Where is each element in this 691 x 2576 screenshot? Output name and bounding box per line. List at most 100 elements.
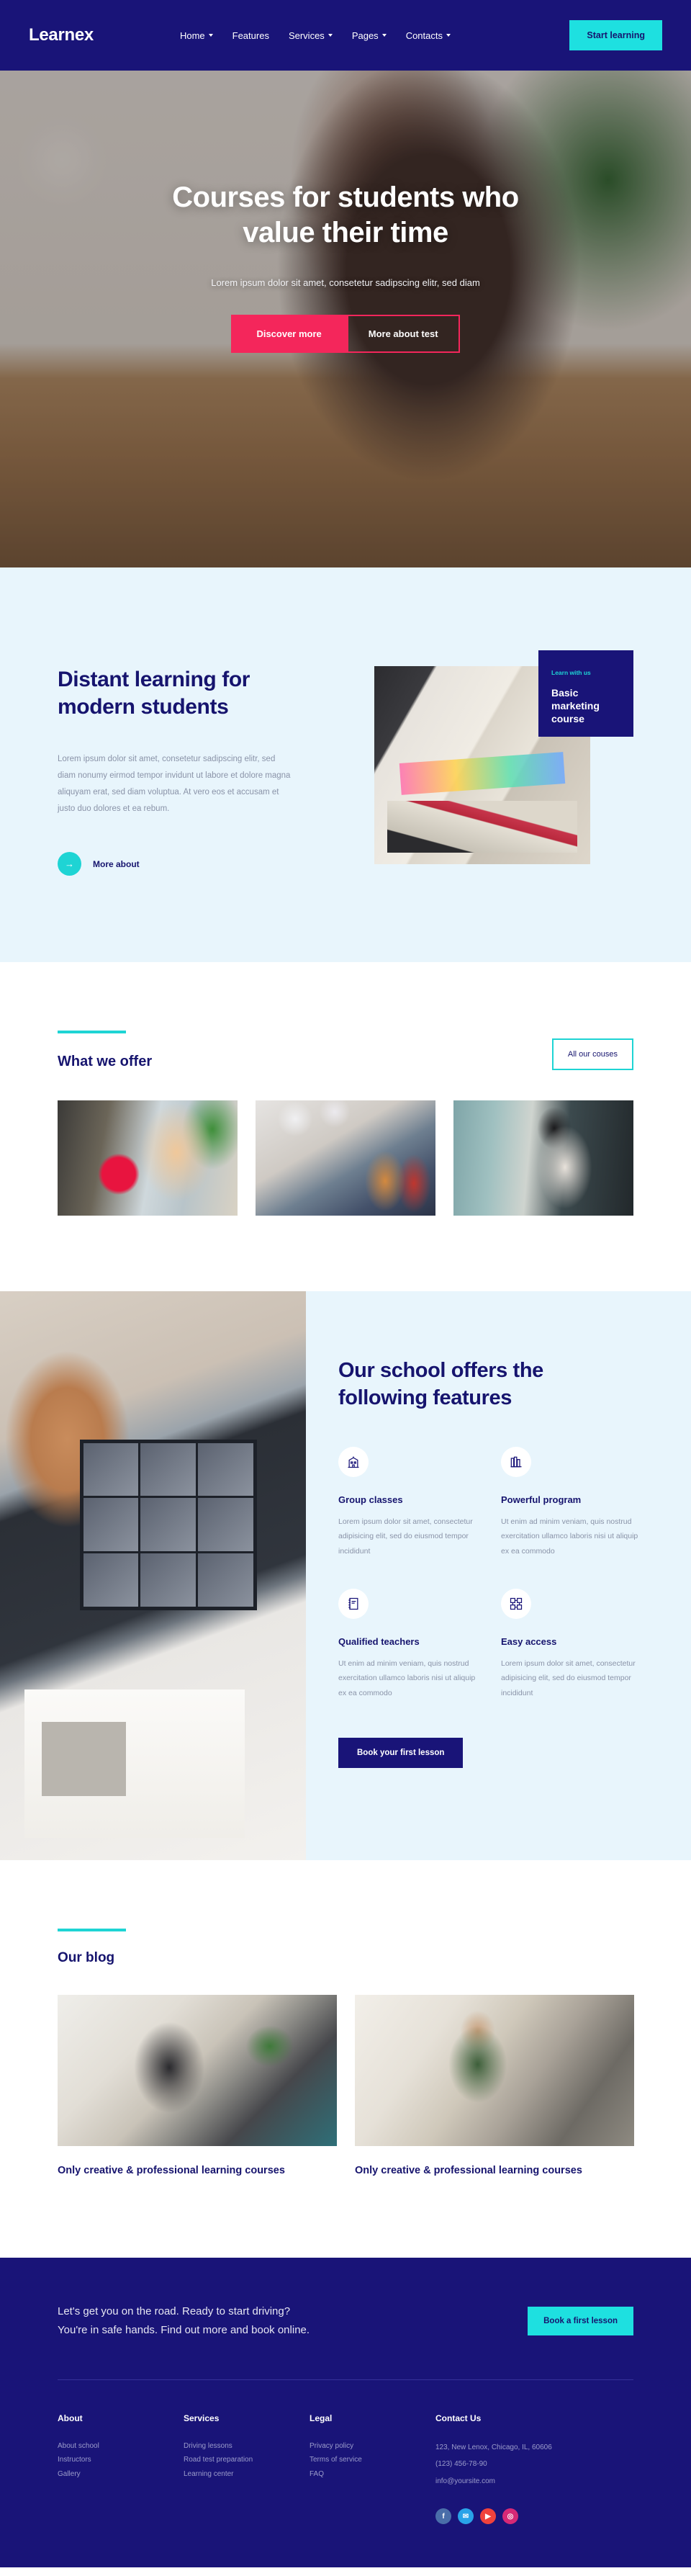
- more-about-link[interactable]: → More about: [58, 852, 346, 876]
- features-title-line2: following features: [338, 1386, 512, 1409]
- discover-more-button[interactable]: Discover more: [231, 314, 347, 353]
- offer-card-photography[interactable]: [453, 1100, 633, 1216]
- distant-title-line1: Distant learning for: [58, 668, 250, 691]
- feature-body: Lorem ipsum dolor sit amet, consectetur …: [501, 1659, 636, 1697]
- feature-body: Ut enim ad minim veniam, quis nostrud ex…: [338, 1659, 476, 1697]
- chevron-down-icon: [208, 34, 213, 37]
- chevron-down-icon: [328, 34, 333, 37]
- feature-powerful-program: Powerful program Ut enim ad minim veniam…: [501, 1446, 642, 1558]
- offer-card-florist[interactable]: [58, 1100, 238, 1216]
- footer-link[interactable]: Instructors: [58, 2453, 184, 2467]
- nav-label: Services: [288, 30, 325, 41]
- footer-column-services: Services Driving lessons Road test prepa…: [184, 2413, 310, 2525]
- offer-card-grid: [58, 1100, 633, 1216]
- book-a-first-lesson-button[interactable]: Book a first lesson: [528, 2307, 633, 2336]
- footer-column-title: Services: [184, 2413, 220, 2423]
- footer-address: 123, New Lenox, Chicago, IL, 60606: [435, 2443, 552, 2451]
- footer-email[interactable]: info@yoursite.com: [435, 2473, 633, 2490]
- feature-title: Easy access: [501, 1635, 557, 1647]
- offer-card-friends[interactable]: [256, 1100, 435, 1216]
- nav-item-features[interactable]: Features: [232, 30, 269, 41]
- site-header: Learnex Home Features Services Pages Con…: [0, 0, 691, 71]
- chevron-down-icon: [446, 34, 451, 37]
- hero-title-line1: Courses for students who: [172, 181, 519, 213]
- features-title-line1: Our school offers the: [338, 1359, 543, 1383]
- cta-banner: Let's get you on the road. Ready to star…: [0, 2258, 691, 2380]
- distant-learning-section: Distant learning for modern students Lor…: [0, 567, 691, 963]
- feature-title: Powerful program: [501, 1494, 582, 1505]
- nav-item-contacts[interactable]: Contacts: [406, 30, 451, 41]
- footer-link[interactable]: Privacy policy: [310, 2439, 435, 2454]
- footer-phone[interactable]: (123) 456-78-90: [435, 2456, 633, 2473]
- footer-link[interactable]: FAQ: [310, 2467, 435, 2482]
- twitter-icon[interactable]: ✉: [458, 2508, 474, 2525]
- footer-link[interactable]: About school: [58, 2439, 184, 2454]
- nav-label: Features: [232, 30, 269, 41]
- books-icon: [501, 1446, 531, 1477]
- cta-text: Let's get you on the road. Ready to star…: [58, 2302, 310, 2341]
- footer-link[interactable]: Terms of service: [310, 2453, 435, 2467]
- feature-title: Qualified teachers: [338, 1635, 420, 1647]
- accent-underline: [58, 1031, 126, 1034]
- nav-label: Home: [179, 30, 205, 41]
- distant-title: Distant learning for modern students: [58, 666, 346, 721]
- cta-line1: Let's get you on the road. Ready to star…: [58, 2305, 291, 2318]
- feature-body: Lorem ipsum dolor sit amet, consectetur …: [338, 1517, 473, 1556]
- start-learning-button[interactable]: Start learning: [569, 20, 662, 50]
- blog-card-grid: Only creative & professional learning co…: [58, 1995, 634, 2178]
- instagram-icon[interactable]: ◎: [502, 2508, 518, 2525]
- hero-title-line2: value their time: [243, 216, 448, 248]
- arrow-right-icon: →: [58, 852, 81, 876]
- book-first-lesson-button[interactable]: Book your first lesson: [338, 1738, 464, 1769]
- footer-link[interactable]: Driving lessons: [184, 2439, 310, 2454]
- what-we-offer-section: What we offer All our couses: [0, 962, 691, 1292]
- features-title: Our school offers the following features: [338, 1357, 642, 1412]
- site-logo[interactable]: Learnex: [29, 25, 94, 45]
- nav-label: Pages: [351, 30, 379, 41]
- footer-link[interactable]: Learning center: [184, 2467, 310, 2482]
- school-features-section: Our school offers the following features…: [0, 1291, 691, 1861]
- more-about-label: More about: [93, 858, 140, 869]
- all-courses-button[interactable]: All our couses: [551, 1038, 633, 1071]
- hero-buttons: Discover more More about test: [0, 314, 691, 353]
- notebook-icon: [338, 1588, 369, 1619]
- site-footer: About About school Instructors Gallery S…: [0, 2379, 691, 2568]
- laptop-screen: [79, 1439, 257, 1610]
- blog-card[interactable]: Only creative & professional learning co…: [58, 1995, 337, 2178]
- nav-item-pages[interactable]: Pages: [352, 30, 387, 41]
- blog-thumbnail: [355, 1995, 634, 2147]
- feature-title: Group classes: [338, 1494, 403, 1505]
- footer-column-legal: Legal Privacy policy Terms of service FA…: [310, 2413, 435, 2525]
- basic-marketing-course-card[interactable]: Learn with us Basic marketing course: [538, 650, 633, 737]
- footer-link[interactable]: Road test preparation: [184, 2453, 310, 2467]
- nav-item-services[interactable]: Services: [289, 30, 333, 41]
- nav-label: Contacts: [405, 30, 443, 41]
- facebook-icon[interactable]: f: [435, 2508, 451, 2525]
- feature-group-classes: Group classes Lorem ipsum dolor sit amet…: [338, 1446, 479, 1558]
- social-links: f ✉ ▶ ◎: [435, 2508, 633, 2525]
- feature-qualified-teachers: Qualified teachers Ut enim ad minim veni…: [338, 1588, 479, 1700]
- course-card-eyebrow: Learn with us: [551, 669, 591, 676]
- school-building-icon: [338, 1446, 369, 1477]
- blog-card[interactable]: Only creative & professional learning co…: [355, 1995, 634, 2178]
- nav-item-home[interactable]: Home: [180, 30, 213, 41]
- blog-post-title: Only creative & professional learning co…: [58, 2165, 285, 2177]
- feature-easy-access: Easy access Lorem ipsum dolor sit amet, …: [501, 1588, 642, 1700]
- blog-post-title: Only creative & professional learning co…: [355, 2165, 582, 2177]
- footer-column-about: About About school Instructors Gallery: [58, 2413, 184, 2525]
- offer-heading: What we offer: [58, 1054, 153, 1070]
- open-book-page: [24, 1689, 245, 1838]
- footer-link[interactable]: Gallery: [58, 2467, 184, 2482]
- footer-column-title: Legal: [310, 2413, 333, 2423]
- hero-subtitle: Lorem ipsum dolor sit amet, consetetur s…: [211, 277, 480, 288]
- distant-title-line2: modern students: [58, 695, 229, 719]
- main-navigation: Home Features Services Pages Contacts: [180, 30, 451, 41]
- accent-underline: [58, 1929, 126, 1932]
- blog-section: Our blog Only creative & professional le…: [0, 1860, 691, 2258]
- hero-title: Courses for students who value their tim…: [0, 180, 691, 251]
- chevron-down-icon: [381, 34, 387, 37]
- hero-section: Courses for students who value their tim…: [0, 71, 691, 567]
- qr-grid-icon: [501, 1588, 531, 1619]
- youtube-icon[interactable]: ▶: [480, 2508, 496, 2525]
- more-about-test-button[interactable]: More about test: [346, 314, 460, 353]
